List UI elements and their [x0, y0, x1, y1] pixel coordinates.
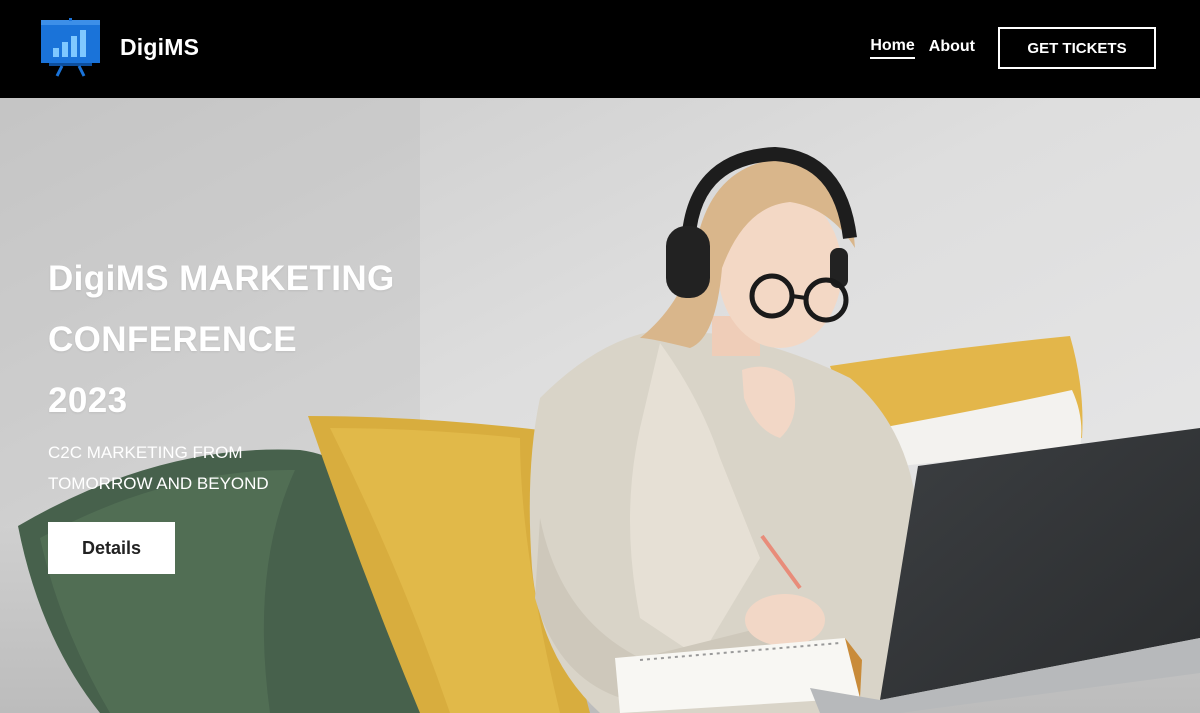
details-button[interactable]: Details [48, 522, 175, 574]
site-header: DigiMS Home About GET TICKETS [0, 0, 1200, 98]
hero-content: DigiMS MARKETING CONFERENCE 2023 C2C MAR… [48, 248, 395, 574]
nav-about-link[interactable]: About [929, 38, 975, 58]
main-nav: Home About GET TICKETS [870, 27, 1156, 69]
hero-title-line-1: DigiMS MARKETING [48, 259, 395, 298]
hero-section: DigiMS MARKETING CONFERENCE 2023 C2C MAR… [0, 98, 1200, 713]
hero-title-line-3: 2023 [48, 381, 128, 420]
presentation-board-chart-icon [41, 18, 100, 77]
hero-title-line-2: CONFERENCE [48, 320, 298, 359]
hero-title: DigiMS MARKETING CONFERENCE 2023 [48, 248, 395, 431]
hero-subtitle: C2C MARKETING FROM TOMORROW AND BEYOND [48, 437, 395, 499]
get-tickets-button[interactable]: GET TICKETS [998, 27, 1156, 69]
hero-subtitle-line-1: C2C MARKETING FROM [48, 443, 243, 462]
brand-name: DigiMS [120, 34, 200, 60]
hero-subtitle-line-2: TOMORROW AND BEYOND [48, 474, 269, 493]
nav-home-link[interactable]: Home [870, 37, 915, 59]
brand[interactable]: DigiMS [40, 18, 199, 78]
